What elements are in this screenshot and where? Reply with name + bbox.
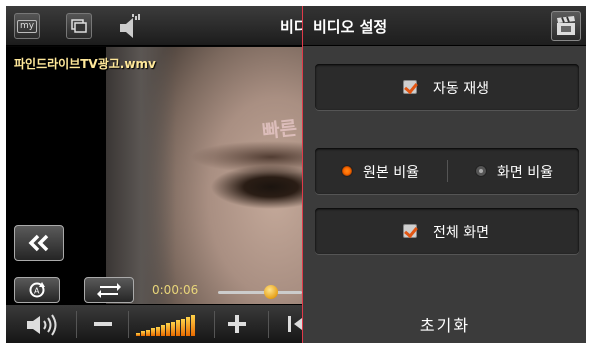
- settings-title: 비디오 설정: [313, 18, 388, 36]
- speaker-icon: [120, 14, 140, 38]
- player-top-bar: my 비디: [6, 6, 302, 46]
- video-settings-panel: 비디오 설정 자동 재생 원본 비율 화면 비율 전체 화면 초기화: [302, 6, 586, 343]
- player-title-fragment: 비디: [280, 18, 302, 36]
- settings-header: 비디오 설정: [303, 6, 586, 46]
- clapperboard-icon: [557, 16, 575, 35]
- video-player-screen: my 비디 빠른 파인드라이브TV광고.wmv A 0:00:06 비디오 설정…: [6, 6, 586, 343]
- seek-handle[interactable]: [263, 285, 278, 299]
- swap-icon: [97, 283, 121, 298]
- volume-level-bar: [166, 323, 170, 336]
- video-frame[interactable]: 빠른 파인드라이브TV광고.wmv A 0:00:06: [6, 47, 302, 304]
- volume-level-bar: [191, 315, 195, 336]
- control-divider: [268, 311, 269, 338]
- clapperboard-button[interactable]: [551, 11, 581, 41]
- volume-level-bar: [151, 328, 155, 336]
- auto-play-option[interactable]: 자동 재생: [315, 64, 579, 110]
- repeat-button[interactable]: A: [14, 277, 60, 303]
- video-image-shade: [106, 47, 176, 304]
- speaker-button[interactable]: [116, 12, 142, 44]
- radio-divider: [447, 160, 448, 182]
- video-player: my 비디 빠른 파인드라이브TV광고.wmv A 0:00:06: [6, 6, 302, 343]
- volume-level-meter[interactable]: [136, 314, 204, 336]
- auto-play-checkbox[interactable]: [403, 80, 417, 94]
- rewind-button[interactable]: [14, 225, 64, 261]
- window-icon: [71, 19, 87, 33]
- control-divider: [76, 311, 77, 338]
- minus-icon[interactable]: [94, 322, 112, 326]
- volume-level-bar: [161, 325, 165, 336]
- original-ratio-radio[interactable]: [341, 165, 353, 177]
- video-filename: 파인드라이브TV광고.wmv: [14, 57, 156, 71]
- control-divider: [128, 311, 129, 338]
- volume-level-bar: [181, 318, 185, 336]
- volume-level-bar: [186, 317, 190, 336]
- seek-bar[interactable]: [218, 291, 302, 294]
- skip-previous-arrow: [294, 318, 302, 330]
- original-ratio-label[interactable]: 원본 비율: [363, 162, 419, 182]
- fullscreen-checkbox[interactable]: [403, 224, 417, 238]
- screen-ratio-radio[interactable]: [475, 165, 487, 177]
- volume-level-bar: [146, 329, 150, 336]
- swap-button[interactable]: [84, 277, 134, 303]
- volume-button[interactable]: [26, 314, 60, 340]
- volume-level-bar: [171, 321, 175, 336]
- my-button[interactable]: my: [14, 13, 40, 39]
- skip-previous-icon[interactable]: [288, 316, 291, 332]
- svg-text:A: A: [34, 287, 40, 296]
- aspect-ratio-option: 원본 비율 화면 비율: [315, 148, 579, 194]
- volume-icon: [27, 314, 57, 336]
- plus-icon-vertical: [235, 315, 239, 333]
- rewind-icon: [28, 234, 49, 252]
- fullscreen-label: 전체 화면: [433, 225, 489, 241]
- fullscreen-option[interactable]: 전체 화면: [315, 208, 579, 254]
- playback-time: 0:00:06: [152, 283, 199, 297]
- volume-level-bar: [136, 333, 140, 336]
- player-control-bar: [6, 304, 302, 343]
- auto-play-label: 자동 재생: [433, 81, 489, 97]
- video-watermark-text: 빠른: [261, 117, 299, 143]
- volume-level-bar: [156, 326, 160, 336]
- screen-ratio-label[interactable]: 화면 비율: [497, 162, 553, 182]
- volume-level-bar: [176, 320, 180, 336]
- reset-button[interactable]: 초기화: [303, 304, 586, 343]
- volume-level-bar: [141, 331, 145, 336]
- window-button[interactable]: [66, 13, 92, 39]
- repeat-icon: A: [29, 282, 45, 298]
- my-icon: my: [16, 19, 38, 33]
- control-divider: [214, 311, 215, 338]
